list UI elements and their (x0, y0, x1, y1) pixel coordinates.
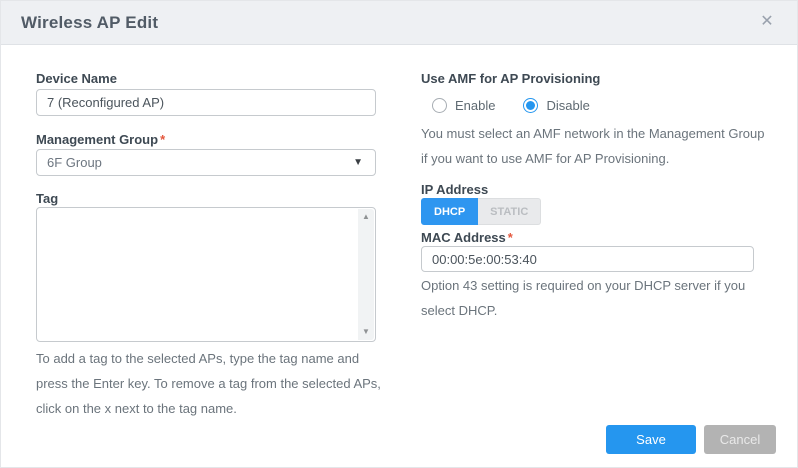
cancel-button[interactable]: Cancel (704, 425, 776, 454)
scroll-down-icon[interactable]: ▼ (362, 327, 370, 337)
tag-help-text: To add a tag to the selected APs, type t… (36, 346, 384, 421)
radio-enable[interactable]: Enable (432, 98, 495, 113)
dialog-header: Wireless AP Edit ✕ (1, 1, 797, 45)
scroll-up-icon[interactable]: ▲ (362, 212, 370, 222)
required-asterisk: * (508, 230, 513, 245)
mac-help-text: Option 43 setting is required on your DH… (421, 273, 771, 323)
chevron-down-icon: ▼ (353, 157, 375, 168)
ip-address-label: IP Address (421, 182, 488, 197)
radio-unchecked-icon (432, 98, 447, 113)
radio-checked-icon (523, 98, 538, 113)
radio-disable-label: Disable (546, 98, 589, 113)
management-group-selected-value: 6F Group (37, 155, 353, 170)
tag-label: Tag (36, 191, 58, 206)
amf-help-text: You must select an AMF network in the Ma… (421, 121, 771, 171)
amf-provisioning-label: Use AMF for AP Provisioning (421, 71, 600, 86)
amf-radio-group: Enable Disable (432, 98, 590, 113)
device-name-input[interactable] (36, 89, 376, 116)
dhcp-button[interactable]: DHCP (421, 198, 478, 225)
radio-disable[interactable]: Disable (523, 98, 589, 113)
device-name-label: Device Name (36, 71, 117, 86)
radio-enable-label: Enable (455, 98, 495, 113)
save-button[interactable]: Save (606, 425, 696, 454)
close-icon[interactable]: ✕ (757, 12, 777, 32)
management-group-select[interactable]: 6F Group ▼ (36, 149, 376, 176)
ip-mode-toggle: DHCP STATIC (421, 198, 541, 225)
static-button[interactable]: STATIC (478, 198, 541, 225)
mac-address-label: MAC Address* (421, 230, 513, 245)
required-asterisk: * (160, 132, 165, 147)
tag-textarea[interactable]: ▲ ▼ (36, 207, 376, 342)
dialog-title: Wireless AP Edit (21, 13, 158, 33)
mac-address-input[interactable] (421, 246, 754, 272)
tag-textarea-scrollbar[interactable]: ▲ ▼ (358, 209, 374, 340)
management-group-label: Management Group* (36, 132, 165, 147)
